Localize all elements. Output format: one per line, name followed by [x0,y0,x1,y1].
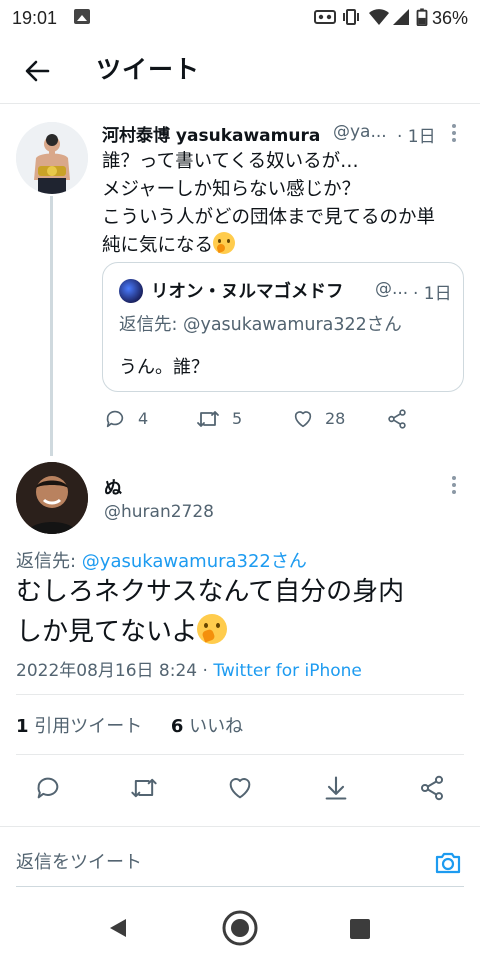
tweet-text-line: むしろネクサスなんて自分の身内 [16,577,405,607]
tweet-author-name[interactable]: 河村泰博 yasukawamura [102,121,320,146]
quote-count: 1 [16,716,29,737]
wifi-icon [369,9,389,25]
tweet-text-line: 誰？って書いてくる奴いるが… [102,151,359,172]
reply-to-prefix: 返信先: [16,551,82,572]
quote-tweets-stat[interactable]: 1 引用ツイート [16,716,142,737]
retweet-icon[interactable] [130,774,158,802]
divider [16,754,464,755]
tweet-author-name[interactable]: ぬ [104,474,122,500]
source-link[interactable]: Twitter for iPhone [213,661,362,681]
like-label: いいね [183,716,244,737]
reply-input-underline [16,886,464,887]
quoted-tweet-text: うん。誰？ [119,357,209,378]
tweet-text: むしろネクサスなんて自分の身内 しか見てないよ [16,572,472,652]
retweet-button[interactable]: 5 [196,408,246,432]
likes-stat[interactable]: 6 いいね [171,716,243,737]
tweet-time: · 1日 [397,127,436,147]
reply-input[interactable]: 返信をツイート [16,848,142,874]
thinking-face-emoji [197,614,228,644]
heart-icon [294,411,312,428]
quoted-author-handle: @... [375,279,409,299]
voicemail-icon [314,10,336,24]
signal-icon [393,9,409,25]
battery-icon [416,8,428,26]
tweet-text: 誰？って書いてくる奴いるが… メジャーしか知らない感じか？ こういう人がどの団体… [102,148,472,260]
download-icon[interactable] [322,774,350,802]
share-icon [388,409,406,429]
avatar[interactable] [119,279,143,303]
status-time: 19:01 [12,8,58,28]
vibrate-icon [343,9,359,25]
retweet-count: 5 [232,409,243,428]
avatar[interactable] [16,462,88,534]
app-header: ツイート [0,36,480,104]
tweet-text-line: 純に気になる [102,235,214,256]
heart-icon[interactable] [226,774,254,802]
tweet-author-handle[interactable]: @ya... [333,122,387,142]
gallery-icon [74,9,90,24]
reply-count: 4 [138,409,149,428]
status-bar: 19:01 36% [0,0,480,36]
reply-button[interactable]: 4 [104,408,154,432]
tweet-author-handle[interactable]: @huran2728 [104,502,214,522]
system-nav-bar [0,900,480,960]
quoted-reply-to: 返信先: @yasukawamura322さん [119,315,402,335]
tweet-stats: 1 引用ツイート 6 いいね [16,712,243,738]
tweet-text-line: しか見てないよ [16,617,198,647]
user-avatar-image [16,462,88,534]
divider [0,826,480,827]
divider [16,694,464,695]
quoted-author-name: リオン・ヌルマゴメドフ [151,282,344,302]
like-button[interactable]: 28 [292,408,352,432]
share-button[interactable] [386,408,408,432]
avatar[interactable] [16,122,88,194]
quoted-tweet-time: · 1日 [413,284,452,304]
retweet-icon [197,411,219,427]
thinking-face-emoji [213,232,236,254]
reply-icon [106,410,124,428]
camera-icon[interactable] [433,848,463,878]
fighter-avatar-image [16,122,88,194]
quote-label: 引用ツイート [28,716,143,737]
battery-percent: 36% [431,8,468,28]
tweet-text-line: こういう人がどの団体まで見てるのか単 [102,207,436,228]
nav-back-icon[interactable] [106,916,130,940]
arrow-left-icon[interactable] [22,56,52,86]
reply-to-link[interactable]: @yasukawamura322さん [82,551,307,572]
like-count: 28 [325,409,346,428]
nav-recents-icon[interactable] [349,918,371,940]
reply-to-line: 返信先: @yasukawamura322さん [16,547,307,573]
timestamp-text: 2022年08月16日 8:24 · [16,661,214,681]
thread-line [50,196,53,456]
page-title: ツイート [96,55,201,84]
share-icon[interactable] [418,774,446,802]
reply-icon[interactable] [34,774,62,802]
like-count: 6 [170,716,184,737]
nav-home-icon[interactable] [220,908,260,948]
tweet-text-line: メジャーしか知らない感じか？ [102,179,361,200]
more-options-icon[interactable] [452,124,456,145]
tweet-timestamp: 2022年08月16日 8:24 · Twitter for iPhone [16,656,362,681]
quoted-tweet-card[interactable]: リオン・ヌルマゴメドフ @... · 1日 返信先: @yasukawamura… [102,262,464,392]
more-options-icon[interactable] [452,476,456,497]
